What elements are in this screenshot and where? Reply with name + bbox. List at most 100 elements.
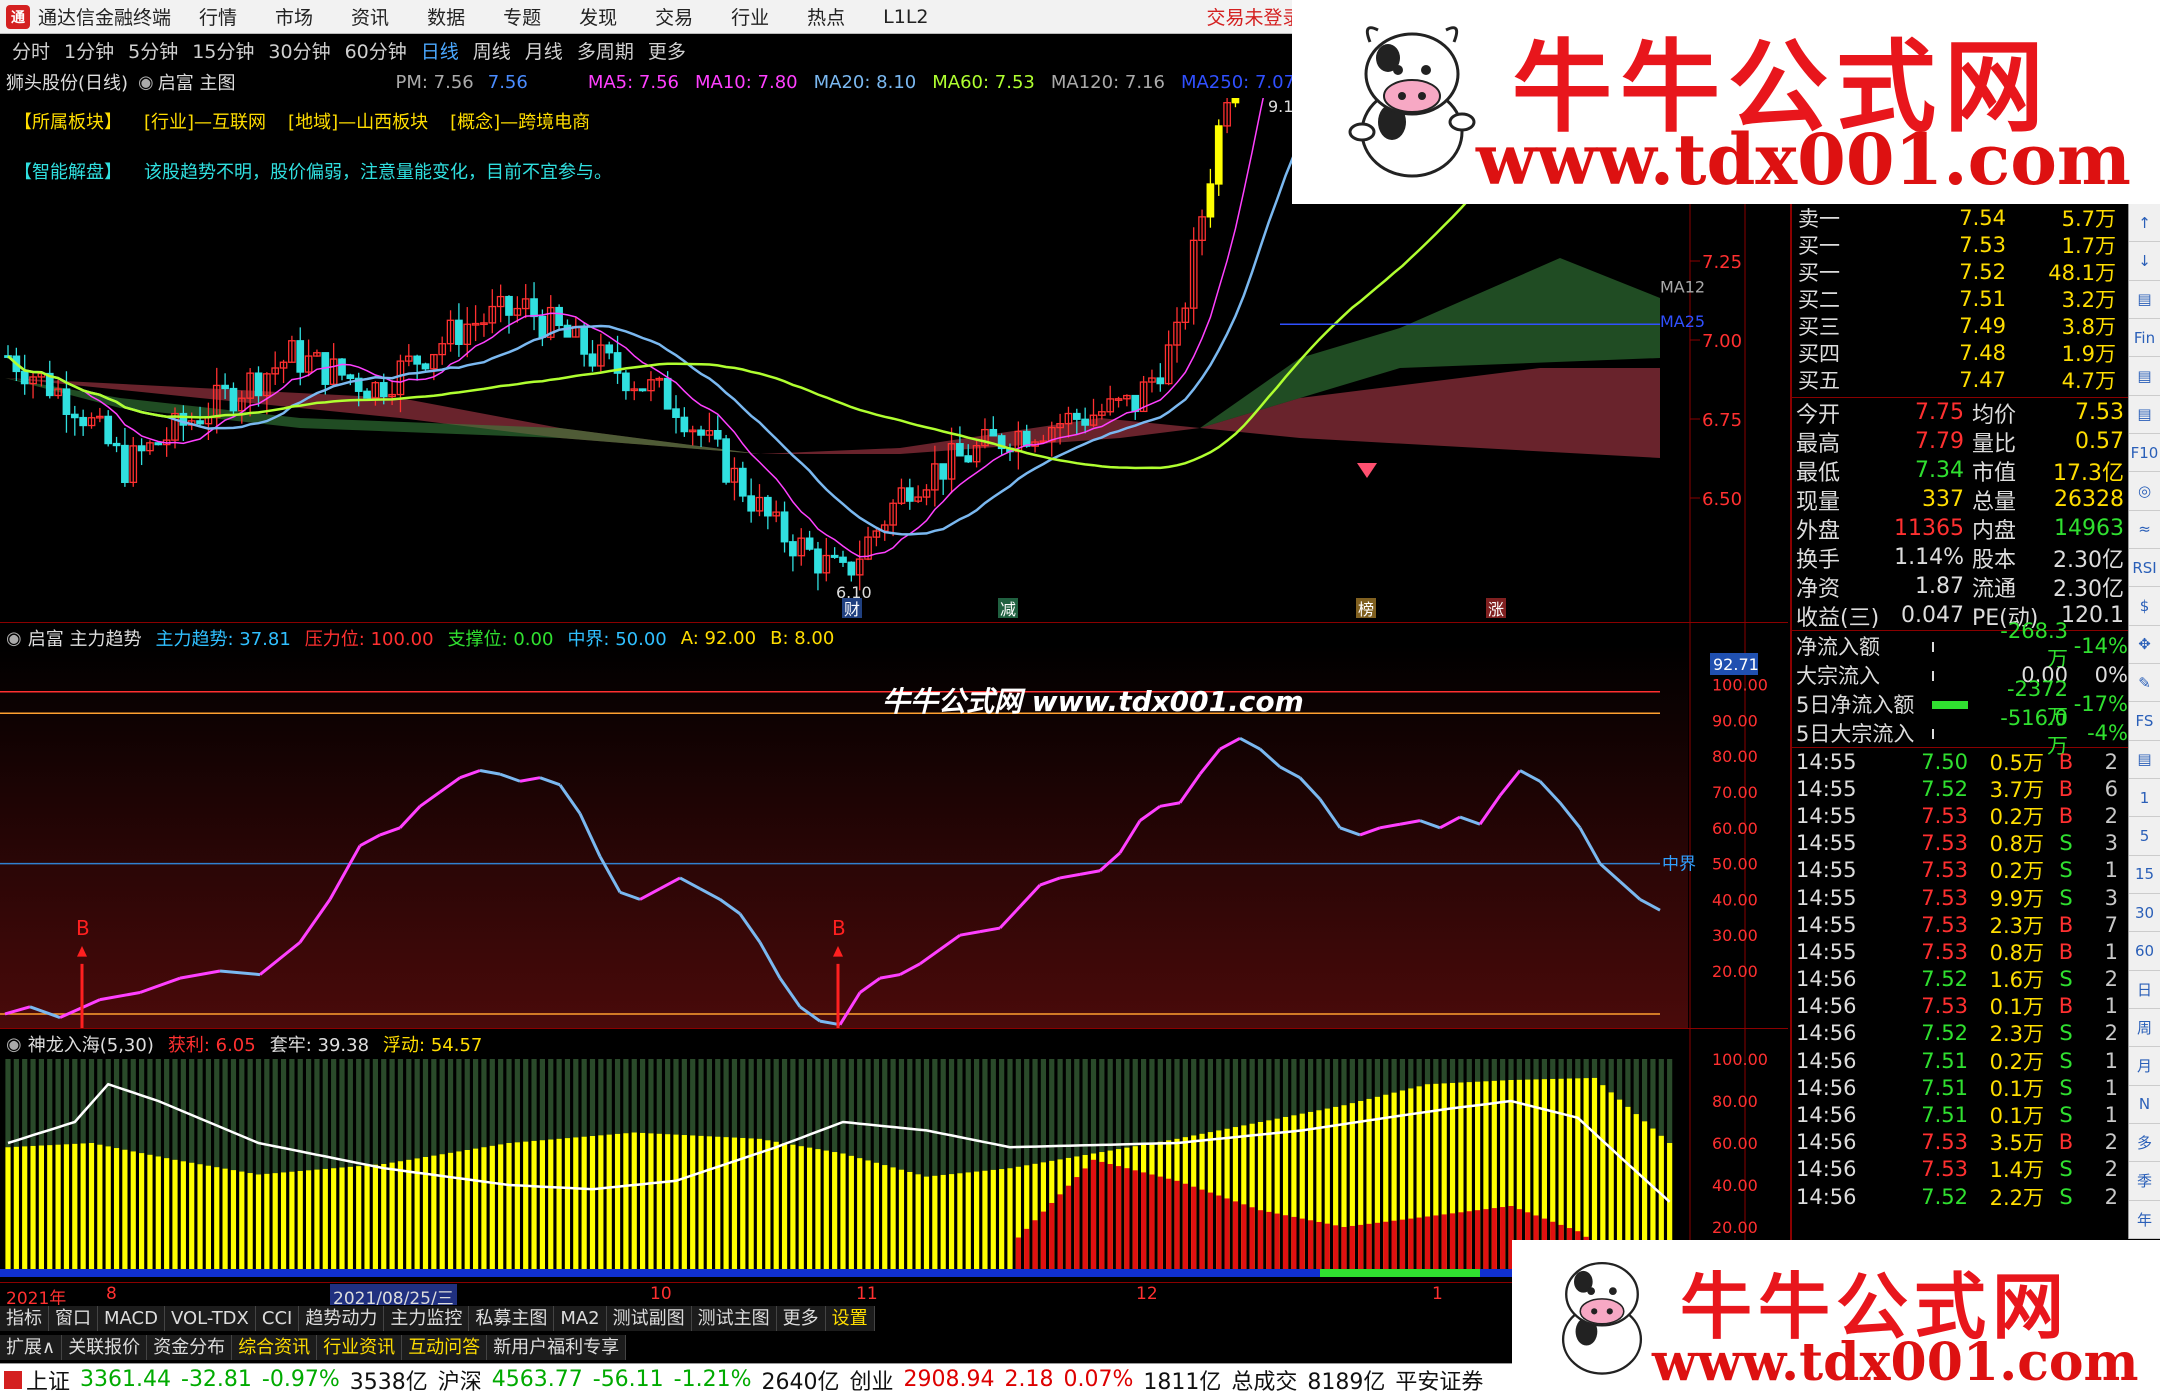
- indicator-tab[interactable]: CCI: [255, 1306, 300, 1331]
- extension-tab[interactable]: 新用户福利专享: [487, 1334, 627, 1360]
- float-bar: [756, 1138, 763, 1269]
- toolbar-button[interactable]: ↓: [2129, 242, 2160, 281]
- ma20-value: MA20: 8.10: [813, 71, 917, 93]
- period-tab[interactable]: 30分钟: [268, 37, 330, 64]
- ind2-toggle-icon[interactable]: ◉: [6, 1034, 22, 1055]
- sector-region[interactable]: [地域]—山西板块: [288, 108, 428, 134]
- indicator-tab[interactable]: 指标: [0, 1306, 49, 1331]
- toolbar-button[interactable]: RSI: [2129, 549, 2160, 588]
- period-tab[interactable]: 60分钟: [345, 37, 407, 64]
- toolbar-button[interactable]: Fin: [2129, 319, 2160, 358]
- toolbar-button[interactable]: 15: [2129, 856, 2160, 894]
- menu-item[interactable]: 数据: [427, 3, 465, 30]
- menu-item[interactable]: 市场: [275, 3, 313, 30]
- menu-item[interactable]: 发现: [579, 3, 617, 30]
- toolbar-button[interactable]: ≈: [2129, 511, 2160, 549]
- menu-item[interactable]: L1L2: [883, 6, 928, 28]
- toolbar-button[interactable]: F10: [2129, 434, 2160, 473]
- float-bar: [665, 1134, 671, 1269]
- extension-tab[interactable]: 综合资讯: [232, 1334, 318, 1360]
- menu-item[interactable]: 交易: [655, 3, 693, 30]
- order-book-row[interactable]: 卖一 7.54 5.7万: [1792, 204, 2128, 231]
- period-tab[interactable]: 日线: [421, 37, 459, 64]
- indicator-tab[interactable]: 私募主图: [469, 1306, 555, 1331]
- ind1-mid: 中界: 50.00: [567, 629, 667, 650]
- order-book-row[interactable]: 买二 7.51 3.2万: [1792, 285, 2128, 312]
- extension-tab[interactable]: 行业资讯: [317, 1334, 403, 1360]
- toolbar-button[interactable]: $: [2129, 587, 2160, 626]
- toolbar-button[interactable]: ✎: [2129, 664, 2160, 703]
- menu-item[interactable]: 资讯: [351, 3, 389, 30]
- indicator-tab[interactable]: 测试副图: [606, 1306, 692, 1331]
- toolbar-button[interactable]: 5: [2129, 817, 2160, 856]
- period-tab[interactable]: 分时: [12, 37, 50, 64]
- ind2-tick-label: 20.00: [1712, 1218, 1758, 1237]
- order-book-row[interactable]: 买五 7.47 4.7万: [1792, 366, 2128, 393]
- ind1-title[interactable]: 启富 主力趋势: [28, 625, 142, 651]
- order-book-row[interactable]: 买四 7.48 1.9万: [1792, 339, 2128, 366]
- menu-item[interactable]: 热点: [807, 3, 845, 30]
- trapped-bar: [55, 1059, 61, 1145]
- toolbar-button[interactable]: 月: [2129, 1047, 2160, 1086]
- formula-toggle-icon[interactable]: ◉: [138, 72, 154, 93]
- sh-label[interactable]: 上证: [26, 1364, 70, 1395]
- period-tab[interactable]: 多周期: [577, 37, 634, 64]
- cy-label[interactable]: 创业: [850, 1364, 894, 1395]
- tick-time: 14:55: [1796, 939, 1857, 964]
- toolbar-button[interactable]: N: [2129, 1086, 2160, 1124]
- order-book-row[interactable]: 买一 7.53 1.7万: [1792, 231, 2128, 258]
- indicator-tab[interactable]: 更多: [776, 1306, 826, 1331]
- period-tab[interactable]: 1分钟: [64, 37, 114, 64]
- indicator-tab[interactable]: 测试主图: [691, 1306, 777, 1331]
- extension-tab[interactable]: 关联报价: [62, 1334, 148, 1360]
- period-tab[interactable]: 周线: [473, 37, 511, 64]
- formula-name[interactable]: 启富 主图: [158, 69, 236, 95]
- menu-item[interactable]: 专题: [503, 3, 541, 30]
- indicator-tab[interactable]: MA2: [554, 1306, 607, 1331]
- period-tab[interactable]: 月线: [525, 37, 563, 64]
- trapped-bar: [1333, 1059, 1339, 1107]
- period-tab[interactable]: 15分钟: [192, 37, 254, 64]
- indicator-tab[interactable]: 主力监控: [384, 1306, 470, 1331]
- extension-tab[interactable]: 资金分布: [147, 1334, 233, 1360]
- toolbar-button[interactable]: ◎: [2129, 472, 2160, 511]
- trapped-bar: [1299, 1059, 1305, 1114]
- login-status[interactable]: 交易未登录: [1207, 3, 1302, 30]
- toolbar-button[interactable]: 季: [2129, 1162, 2160, 1201]
- toolbar-button[interactable]: 周: [2129, 1009, 2160, 1048]
- ind2-title[interactable]: 神龙入海(5,30): [28, 1031, 154, 1057]
- toolbar-button[interactable]: ▤: [2129, 357, 2160, 396]
- toolbar-button[interactable]: 多: [2129, 1124, 2160, 1163]
- toolbar-button[interactable]: ▤: [2129, 396, 2160, 434]
- toolbar-button[interactable]: ✥: [2129, 626, 2160, 664]
- toolbar-button[interactable]: 日: [2129, 971, 2160, 1009]
- stat-label: 最高: [1796, 431, 1841, 457]
- sector-concept[interactable]: [概念]—跨境电商: [450, 108, 590, 134]
- order-book-row[interactable]: 买一 7.52 48.1万: [1792, 258, 2128, 285]
- indicator-tab[interactable]: 趋势动力: [299, 1306, 385, 1331]
- indicator-tab[interactable]: 窗口: [49, 1306, 98, 1331]
- trapped-bar: [447, 1059, 454, 1153]
- toolbar-button[interactable]: 1: [2129, 779, 2160, 818]
- fund-flow-percent: -4%: [2087, 720, 2128, 745]
- menu-item[interactable]: 行业: [731, 3, 769, 30]
- menu-item[interactable]: 行情: [199, 3, 237, 30]
- ind1-toggle-icon[interactable]: ◉: [6, 628, 22, 649]
- toolbar-button[interactable]: 年: [2129, 1201, 2160, 1239]
- toolbar-button[interactable]: ▤: [2129, 741, 2160, 779]
- toolbar-button[interactable]: FS: [2129, 702, 2160, 741]
- toolbar-button[interactable]: ↑: [2129, 204, 2160, 243]
- extension-tab[interactable]: 互动问答: [402, 1334, 488, 1360]
- extension-tab[interactable]: 扩展∧: [0, 1334, 63, 1360]
- hs-label[interactable]: 沪深: [438, 1364, 482, 1395]
- period-tab[interactable]: 更多: [648, 37, 686, 64]
- toolbar-button[interactable]: ▤: [2129, 281, 2160, 319]
- indicator-tab[interactable]: VOL-TDX: [164, 1306, 256, 1331]
- sector-industry[interactable]: [行业]—互联网: [144, 108, 266, 134]
- indicator-tab[interactable]: 设置: [825, 1306, 875, 1331]
- order-book-row[interactable]: 买三 7.49 3.8万: [1792, 312, 2128, 339]
- toolbar-button[interactable]: 60: [2129, 932, 2160, 971]
- indicator-tab[interactable]: MACD: [98, 1306, 165, 1331]
- toolbar-button[interactable]: 30: [2129, 894, 2160, 933]
- period-tab[interactable]: 5分钟: [128, 37, 178, 64]
